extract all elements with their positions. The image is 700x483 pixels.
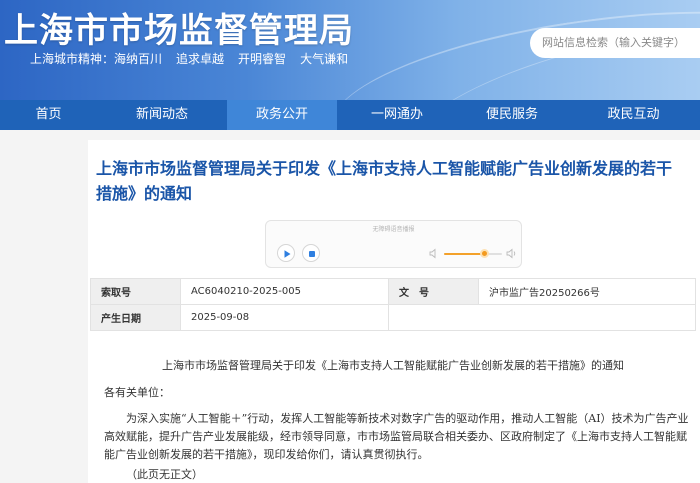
- city-spirit-item: 大气谦和: [300, 52, 349, 66]
- site-title[interactable]: 上海市市场监督管理局: [4, 3, 354, 52]
- document-note: （此页无正文）: [126, 468, 203, 481]
- table-row: 产生日期 2025-09-08: [90, 304, 696, 331]
- nav-item-public-services[interactable]: 便民服务: [457, 100, 567, 130]
- city-spirit-item: 开明睿智: [238, 52, 287, 66]
- document-meta-table: 索取号 AC6040210-2025-005 文 号 沪市监广告20250266…: [90, 278, 696, 331]
- article-title: 上海市市场监督管理局关于印发《上海市支持人工智能赋能广告业创新发展的若干措施》的…: [96, 159, 673, 203]
- search-input[interactable]: 网站信息检索（输入关键字）: [530, 28, 700, 58]
- meta-doc-no-label: 文 号: [388, 278, 479, 305]
- volume-low-icon[interactable]: [429, 248, 440, 259]
- nav-item-news[interactable]: 新闻动态: [97, 100, 227, 130]
- document-paragraph: 为深入实施“人工智能＋”行动，发挥人工智能等新技术对数字广告的驱动作用，推动人工…: [104, 412, 689, 461]
- document-heading: 上海市市场监督管理局关于印发《上海市支持人工智能赋能广告业创新发展的若干措施》的…: [162, 359, 624, 372]
- meta-index-label: 索取号: [90, 278, 181, 305]
- meta-doc-no-value: 沪市监广告20250266号: [478, 278, 696, 305]
- player-label: 无障碍语音播报: [372, 226, 415, 233]
- nav-item-interaction[interactable]: 政民互动: [567, 100, 700, 130]
- audio-player: 无障碍语音播报: [265, 220, 522, 268]
- play-button[interactable]: [277, 244, 295, 262]
- stop-button[interactable]: [302, 244, 320, 262]
- nav-item-online-services[interactable]: 一网通办: [337, 100, 457, 130]
- city-spirit-label: 上海城市精神：: [30, 52, 115, 66]
- volume-slider[interactable]: [444, 253, 502, 255]
- table-row: 索取号 AC6040210-2025-005 文 号 沪市监广告20250266…: [90, 278, 696, 305]
- meta-empty-cell: [388, 304, 696, 331]
- play-icon: [284, 250, 291, 258]
- stop-icon: [309, 251, 315, 257]
- meta-date-value: 2025-09-08: [180, 304, 389, 331]
- meta-index-value: AC6040210-2025-005: [180, 278, 389, 305]
- header-banner: 上海市市场监督管理局 上海城市精神：海纳百川 追求卓越 开明睿智 大气谦和 网站信息检…: [0, 0, 700, 100]
- meta-date-label: 产生日期: [90, 304, 181, 331]
- nav-item-home[interactable]: 首页: [0, 100, 97, 130]
- volume-high-icon[interactable]: [506, 248, 518, 259]
- city-spirit-item: 海纳百川: [114, 52, 163, 66]
- main-nav: 首页 新闻动态 政务公开 一网通办 便民服务 政民互动: [0, 100, 700, 130]
- document-salutation: 各有关单位：: [104, 386, 170, 399]
- city-spirit: 上海城市精神：海纳百川 追求卓越 开明睿智 大气谦和: [30, 50, 362, 67]
- volume-knob[interactable]: [479, 249, 489, 258]
- city-spirit-item: 追求卓越: [176, 52, 225, 66]
- nav-item-gov-info[interactable]: 政务公开: [227, 100, 337, 130]
